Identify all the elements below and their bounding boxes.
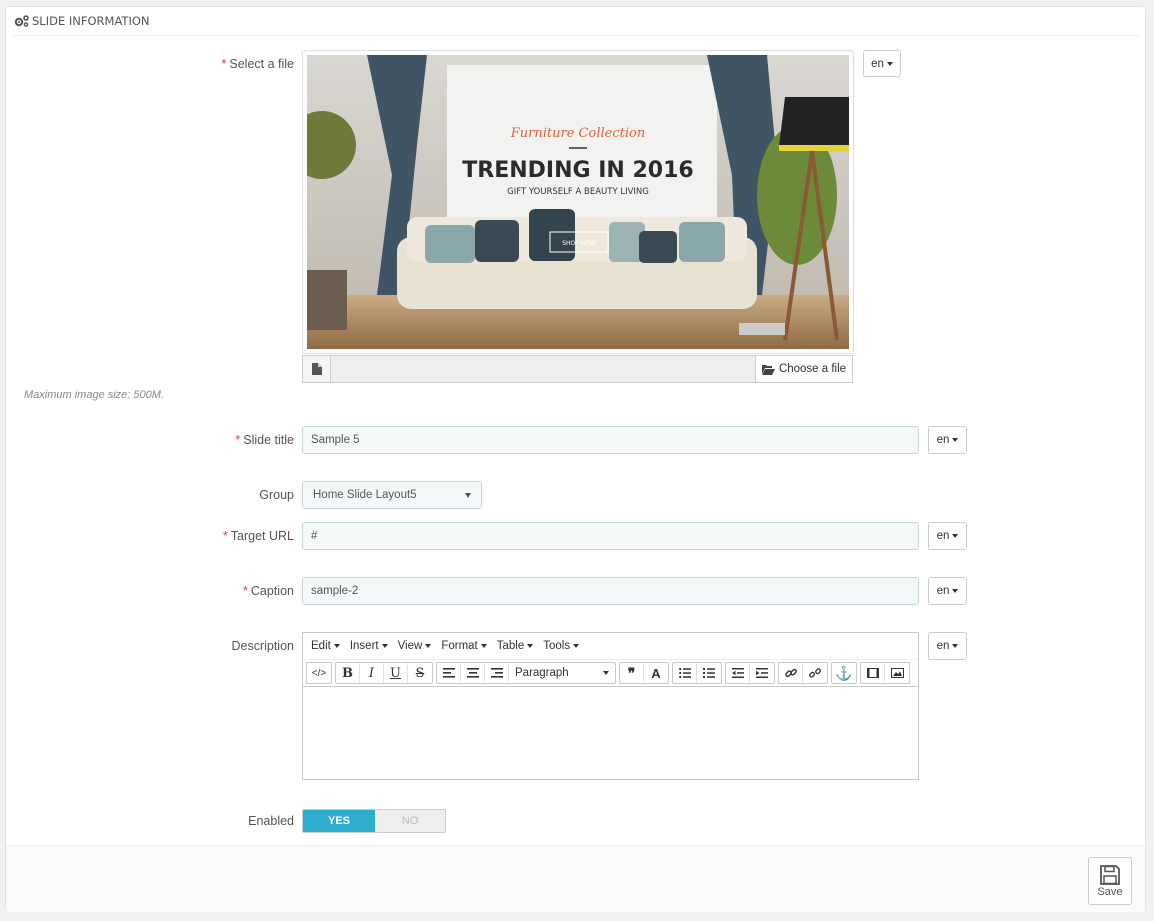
underline-icon[interactable]: U (384, 663, 408, 683)
block-format-select[interactable]: Paragraph (509, 663, 615, 683)
preview-tagline: Furniture Collection (510, 126, 645, 141)
italic-icon[interactable]: I (360, 663, 384, 683)
editor-toolbar: </> B I U S Paragraph ❞ A ⚓ (303, 660, 918, 687)
description-editor: Edit Insert View Format Table Tools </> … (302, 632, 919, 780)
menu-insert[interactable]: Insert (345, 640, 393, 652)
bullet-list-icon[interactable] (673, 663, 697, 683)
align-left-icon[interactable] (437, 663, 461, 683)
strikethrough-icon[interactable]: S (408, 663, 432, 683)
image-icon[interactable] (885, 663, 909, 683)
panel-footer: Save (6, 845, 1145, 912)
target-url-label: * Target URL (222, 529, 294, 543)
folder-open-icon (761, 364, 775, 375)
indent-icon[interactable] (750, 663, 774, 683)
file-name-field[interactable] (331, 356, 755, 382)
save-button[interactable]: Save (1088, 857, 1132, 905)
slide-title-input[interactable]: Sample 5 (302, 426, 919, 454)
preview-shop-now: SHOP NOW (562, 240, 596, 247)
panel-heading: Slide information (12, 7, 1139, 36)
outdent-icon[interactable] (726, 663, 750, 683)
panel-title: Slide information (32, 14, 150, 28)
caret-down-icon (886, 61, 893, 66)
link-icon[interactable] (779, 663, 803, 683)
caret-down-icon (603, 671, 609, 675)
slide-image-preview: Furniture Collection TRENDING IN 2016 GI… (302, 50, 854, 354)
menu-edit[interactable]: Edit (306, 640, 345, 652)
target-url-lang-dropdown[interactable]: en (928, 522, 967, 550)
align-right-icon[interactable] (485, 663, 509, 683)
menu-format[interactable]: Format (436, 640, 491, 652)
enabled-switch[interactable]: YES NO (302, 809, 446, 833)
description-label: Description (231, 639, 294, 653)
anchor-icon[interactable]: ⚓ (832, 663, 856, 683)
select-file-label: * Select a file (221, 57, 295, 71)
menu-view[interactable]: View (393, 640, 437, 652)
slide-image: Furniture Collection TRENDING IN 2016 GI… (307, 55, 849, 349)
align-center-icon[interactable] (461, 663, 485, 683)
caret-down-icon (952, 644, 959, 648)
editor-content-area[interactable] (303, 687, 918, 781)
unlink-icon[interactable] (803, 663, 827, 683)
choose-file-button[interactable]: Choose a file (755, 356, 852, 382)
editor-menubar: Edit Insert View Format Table Tools (303, 633, 918, 660)
enabled-yes-option[interactable]: YES (303, 810, 375, 832)
caption-label: * Caption (243, 584, 294, 598)
media-icon[interactable] (861, 663, 885, 683)
caret-down-icon (465, 492, 471, 498)
file-input-group: Choose a file (302, 355, 853, 383)
slide-title-lang-dropdown[interactable]: en (928, 426, 967, 454)
text-color-icon[interactable]: A (644, 663, 668, 683)
preview-headline: TRENDING IN 2016 (462, 158, 693, 183)
caption-lang-dropdown[interactable]: en (928, 577, 967, 605)
caret-down-icon (952, 589, 959, 593)
enabled-label: Enabled (248, 814, 294, 828)
floppy-disk-icon (1100, 865, 1120, 885)
enabled-no-option[interactable]: NO (375, 810, 445, 832)
description-lang-dropdown[interactable]: en (928, 632, 967, 660)
slide-information-panel: Slide information * Select a file (5, 6, 1146, 912)
cogs-icon (14, 15, 29, 27)
required-marker: * (221, 57, 227, 71)
caption-input[interactable]: sample-2 (302, 577, 919, 605)
preview-subline: GIFT YOURSELF A BEAUTY LIVING (507, 187, 649, 197)
file-icon (303, 356, 331, 382)
bold-icon[interactable]: B (336, 663, 360, 683)
group-label: Group (259, 488, 294, 502)
slide-title-label: * Slide title (235, 433, 294, 447)
numbered-list-icon[interactable] (697, 663, 721, 683)
group-select[interactable]: Home Slide Layout5 (302, 481, 482, 509)
menu-tools[interactable]: Tools (538, 640, 584, 652)
file-lang-dropdown[interactable]: en (863, 50, 901, 77)
menu-table[interactable]: Table (492, 640, 539, 652)
caret-down-icon (952, 438, 959, 442)
target-url-input[interactable]: # (302, 522, 919, 550)
blockquote-icon[interactable]: ❞ (620, 663, 644, 683)
max-image-size-hint: Maximum image size: 500M. (24, 389, 164, 401)
caret-down-icon (952, 534, 959, 538)
source-code-icon[interactable]: </> (307, 663, 331, 683)
